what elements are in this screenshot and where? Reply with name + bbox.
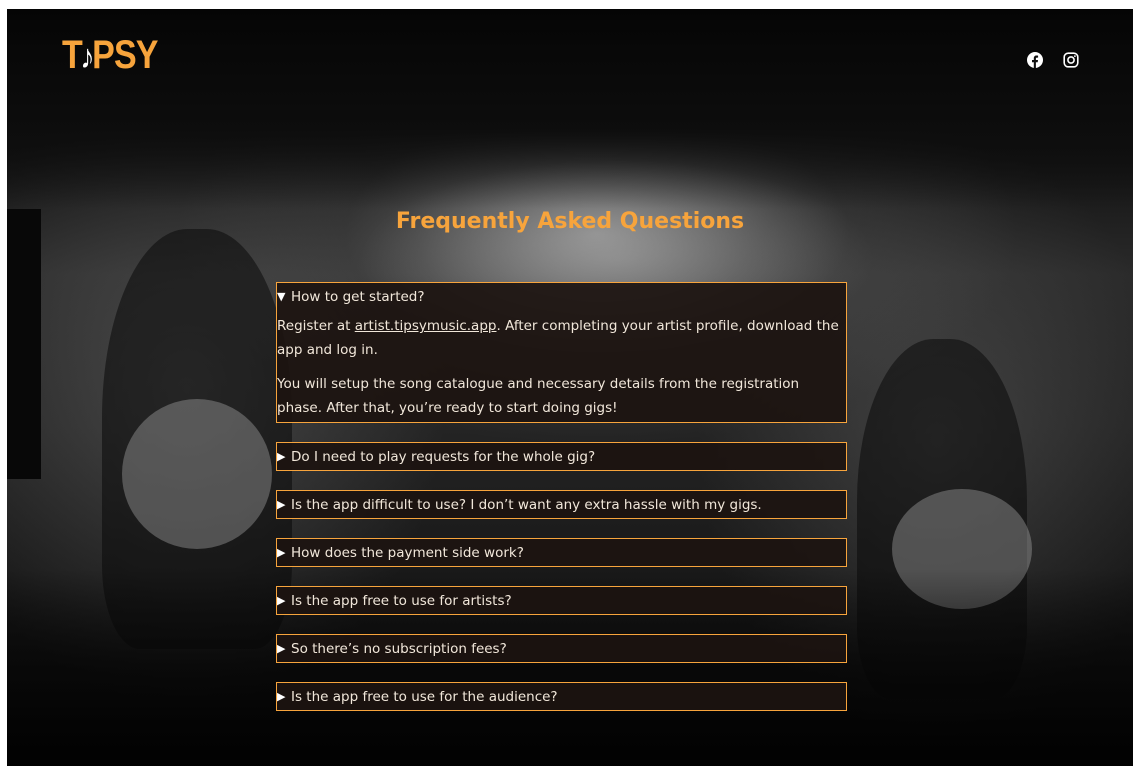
faq-item[interactable]: ▶ How does the payment side work? — [276, 538, 847, 567]
faq-question-toggle[interactable]: ▶ Do I need to play requests for the who… — [277, 443, 846, 470]
page-frame: T♪PSY Frequently Asked Questions ▼ How t… — [7, 9, 1133, 766]
collapsed-arrow-icon: ▶ — [277, 546, 286, 559]
faq-item-get-started: ▼ How to get started? Register at artist… — [276, 282, 847, 423]
guitar-left — [122, 399, 272, 549]
faq-question-toggle[interactable]: ▶ Is the app free to use for the audienc… — [277, 683, 846, 710]
faq-item[interactable]: ▶ Is the app difficult to use? I don’t w… — [276, 490, 847, 519]
faq-question-toggle[interactable]: ▶ So there’s no subscription fees? — [277, 635, 846, 662]
faq-question-text: So there’s no subscription fees? — [291, 640, 507, 657]
answer-text: Register at — [277, 318, 355, 334]
expanded-arrow-icon: ▼ — [277, 290, 286, 303]
facebook-icon[interactable] — [1027, 52, 1043, 68]
faq-item[interactable]: ▶ Do I need to play requests for the who… — [276, 442, 847, 471]
instagram-icon[interactable] — [1063, 52, 1079, 68]
faq-question-text: Is the app free to use for the audience? — [291, 688, 558, 705]
faq-answer-paragraph: You will setup the song catalogue and ne… — [277, 376, 800, 416]
faq-item[interactable]: ▶ Is the app free to use for artists? — [276, 586, 847, 615]
faq-answer: Register at artist.tipsymusic.app. After… — [277, 310, 846, 422]
faq-question-text: Is the app free to use for artists? — [291, 592, 512, 609]
faq-question-toggle[interactable]: ▶ Is the app free to use for artists? — [277, 587, 846, 614]
faq-question-text: Is the app difficult to use? I don’t wan… — [291, 496, 762, 513]
collapsed-arrow-icon: ▶ — [277, 594, 286, 607]
collapsed-arrow-icon: ▶ — [277, 642, 286, 655]
logo-text-left: T — [62, 33, 83, 77]
faq-question-text: How does the payment side work? — [291, 544, 524, 561]
faq-question-toggle[interactable]: ▼ How to get started? — [277, 283, 846, 310]
faq-question-text: Do I need to play requests for the whole… — [291, 448, 596, 465]
collapsed-arrow-icon: ▶ — [277, 450, 286, 463]
collapsed-arrow-icon: ▶ — [277, 690, 286, 703]
faq-title: Frequently Asked Questions — [395, 209, 745, 234]
faq-question-toggle[interactable]: ▶ Is the app difficult to use? I don’t w… — [277, 491, 846, 518]
logo-text-right: PSY — [92, 33, 158, 77]
artist-registration-link[interactable]: artist.tipsymusic.app — [355, 318, 497, 334]
faq-question-toggle[interactable]: ▶ How does the payment side work? — [277, 539, 846, 566]
faq-item[interactable]: ▶ So there’s no subscription fees? — [276, 634, 847, 663]
faq-question-text: How to get started? — [291, 288, 425, 305]
stage-speaker — [7, 209, 41, 479]
faq-item[interactable]: ▶ Is the app free to use for the audienc… — [276, 682, 847, 711]
collapsed-arrow-icon: ▶ — [277, 498, 286, 511]
faq-answer-paragraph: Register at artist.tipsymusic.app. After… — [277, 314, 840, 362]
social-links — [1027, 52, 1079, 68]
faq-list: ▼ How to get started? Register at artist… — [276, 282, 847, 730]
site-logo[interactable]: T♪PSY — [62, 35, 158, 75]
